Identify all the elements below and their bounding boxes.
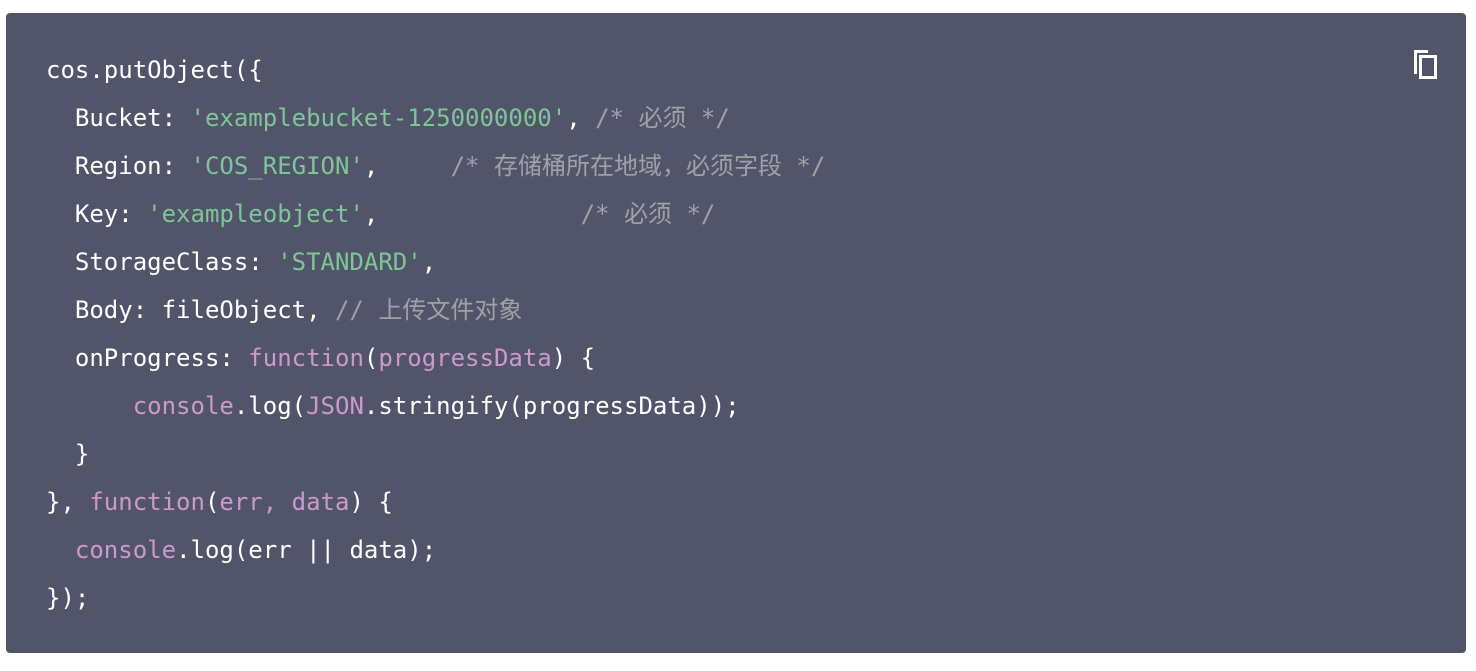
code-token: progressData [378,344,552,372]
code-token: .log(err || data); [176,536,437,564]
code-token: StorageClass: [46,248,278,276]
code-line: } [46,430,825,478]
code-token: /* 必须 */ [595,104,730,132]
code-token: , [363,152,451,180]
code-line: Bucket: 'examplebucket-1250000000', /* 必… [46,94,825,142]
code-line: Body: fileObject, // 上传文件对象 [46,286,825,334]
code-token: Region: [46,152,191,180]
copy-button[interactable] [1412,48,1438,80]
code-token: Body: fileObject, [46,296,335,324]
code-content: cos.putObject({ Bucket: 'examplebucket-1… [46,46,825,622]
code-line: cos.putObject({ [46,46,825,94]
code-line: Region: 'COS_REGION', /* 存储桶所在地域，必须字段 */ [46,142,825,190]
code-line: console.log(JSON.stringify(progressData)… [46,382,825,430]
code-token: function [89,488,205,516]
code-line: Key: 'exampleobject', /* 必须 */ [46,190,825,238]
code-token: cos.putObject({ [46,56,263,84]
code-token: 'COS_REGION' [190,152,364,180]
code-line: StorageClass: 'STANDARD', [46,238,825,286]
code-token: JSON [306,392,364,420]
code-token: , [566,104,596,132]
code-token: ( [363,344,379,372]
code-token: Bucket: [46,104,191,132]
code-token: Key: [46,200,148,228]
code-token: 'STANDARD' [277,248,422,276]
code-token: function [248,344,364,372]
code-token: ) { [551,344,596,372]
code-token: /* 存储桶所在地域，必须字段 */ [450,152,826,180]
code-token: .stringify(progressData)); [363,392,740,420]
copy-icon [1414,50,1437,79]
code-token: /* 必须 */ [580,200,716,228]
code-token: , [421,248,437,276]
code-line: }, function(err, data) { [46,478,825,526]
code-token: // 上传文件对象 [334,296,523,324]
code-token: } [46,440,90,468]
code-token: 'exampleobject' [147,200,364,228]
code-token: 'examplebucket-1250000000' [190,104,567,132]
code-token: ) { [349,488,393,516]
code-line: }); [46,574,825,622]
code-token: , [363,200,581,228]
code-line: console.log(err || data); [46,526,825,574]
code-token: }); [46,584,90,612]
code-token: ( [204,488,220,516]
code-token: .log( [233,392,307,420]
code-token: console [74,536,177,564]
code-line: onProgress: function(progressData) { [46,334,825,382]
code-token: console [132,392,234,420]
code-token: }, [46,488,90,516]
code-block: cos.putObject({ Bucket: 'examplebucket-1… [6,13,1466,653]
code-token: onProgress: [46,344,249,372]
code-token: err, data [219,488,350,516]
